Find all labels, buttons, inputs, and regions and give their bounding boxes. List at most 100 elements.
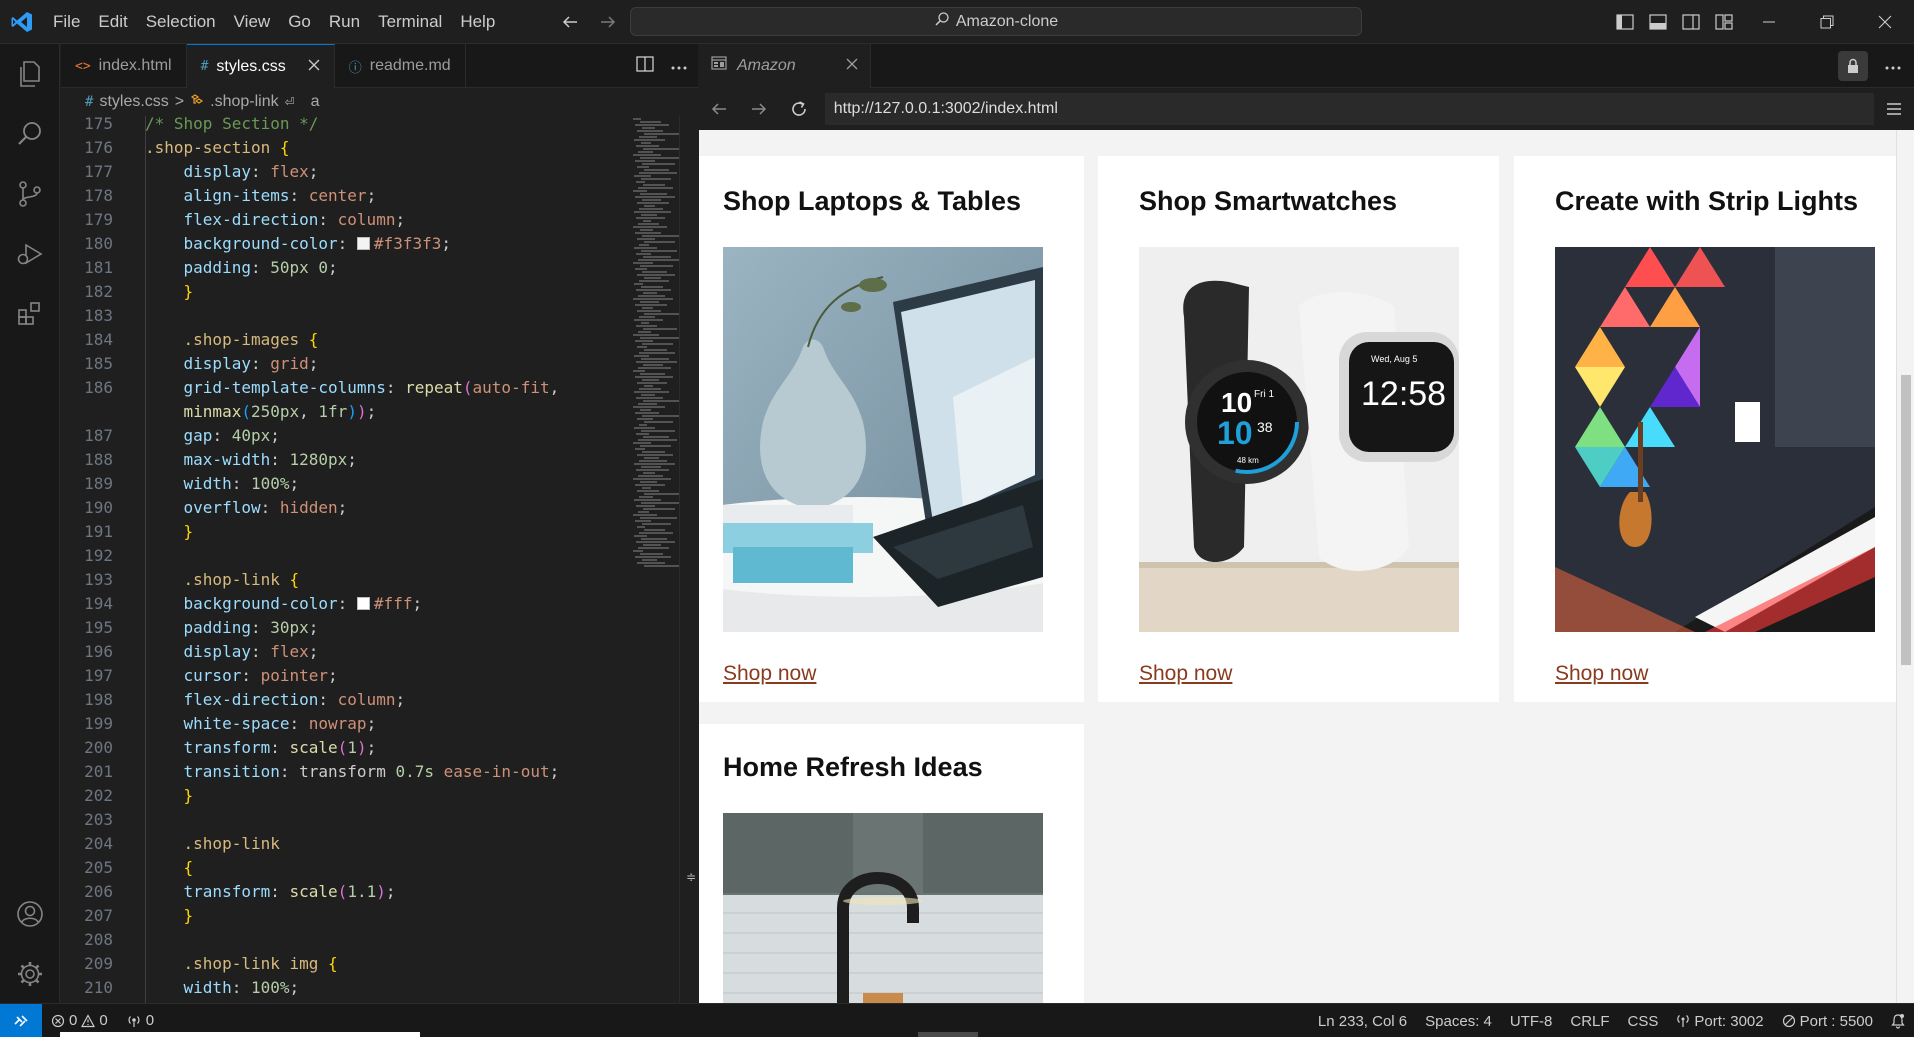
svg-text:38: 38 bbox=[1257, 419, 1273, 435]
menu-go[interactable]: Go bbox=[279, 0, 320, 44]
menu-terminal[interactable]: Terminal bbox=[369, 0, 451, 44]
kitchen-faucet-photo bbox=[723, 813, 1043, 1003]
search-sidebar-icon[interactable] bbox=[0, 104, 60, 164]
forwarded-port[interactable]: Port: 3002 bbox=[1667, 1013, 1772, 1030]
code-token: .shop-section bbox=[145, 138, 271, 157]
tab-amazon-preview[interactable]: Amazon bbox=[699, 43, 871, 88]
color-swatch[interactable] bbox=[356, 597, 370, 610]
remote-indicator-icon[interactable] bbox=[0, 1003, 42, 1037]
line-number: 197 bbox=[84, 666, 113, 685]
minimap-line bbox=[641, 502, 679, 504]
symbol-class-icon bbox=[190, 93, 204, 112]
accounts-icon[interactable] bbox=[0, 884, 60, 944]
toggle-panel-icon[interactable] bbox=[1641, 0, 1674, 44]
shop-now-link[interactable]: Shop now bbox=[723, 662, 816, 686]
indentation[interactable]: Spaces: 4 bbox=[1416, 1013, 1501, 1030]
source-control-icon[interactable] bbox=[0, 164, 60, 224]
minimap-line bbox=[633, 262, 653, 264]
webpage-scrollbar[interactable] bbox=[1896, 130, 1914, 1003]
browser-back-icon[interactable] bbox=[699, 89, 739, 129]
shop-card-strip-lights[interactable]: Create with Strip Lights Shop now bbox=[1514, 156, 1896, 702]
sash-handle-icon[interactable]: ≑ bbox=[686, 870, 698, 886]
close-window-icon[interactable] bbox=[1856, 0, 1914, 44]
reload-icon[interactable] bbox=[779, 89, 819, 129]
menu-view[interactable]: View bbox=[225, 0, 280, 44]
browser-menu-icon[interactable] bbox=[1874, 89, 1914, 129]
code-token: minmax bbox=[145, 402, 242, 421]
close-tab-icon[interactable] bbox=[308, 58, 320, 76]
minimap-line bbox=[634, 139, 665, 141]
restore-icon[interactable] bbox=[1798, 0, 1856, 44]
code-token: ; bbox=[412, 594, 423, 613]
code-text: flex-direction: column; bbox=[145, 208, 406, 232]
lock-icon[interactable] bbox=[1838, 50, 1868, 81]
menu-file[interactable]: File bbox=[44, 0, 89, 44]
code-token: ; bbox=[549, 762, 560, 781]
minimap-line bbox=[637, 454, 673, 456]
shop-now-link[interactable]: Shop now bbox=[1555, 662, 1648, 686]
back-arrow-icon[interactable] bbox=[558, 10, 582, 34]
browser-preview-icon bbox=[711, 56, 727, 75]
explorer-icon[interactable] bbox=[0, 44, 60, 104]
minimap-line bbox=[642, 379, 659, 381]
minimize-icon[interactable] bbox=[1740, 0, 1798, 44]
menu-selection[interactable]: Selection bbox=[137, 0, 225, 44]
editor-scrollbar[interactable] bbox=[679, 116, 680, 1003]
end-of-line[interactable]: CRLF bbox=[1561, 1013, 1618, 1030]
forward-arrow-icon[interactable] bbox=[596, 10, 620, 34]
editor-tab-bar: <> index.html # styles.css ⓘ readme.md bbox=[61, 44, 698, 88]
return-icon: ⏎ bbox=[284, 95, 295, 109]
problems-indicator[interactable]: 0 0 bbox=[42, 1012, 117, 1029]
ports-indicator[interactable]: 0 bbox=[117, 1012, 163, 1029]
minimap-line bbox=[638, 187, 673, 189]
vscode-logo-icon[interactable] bbox=[0, 0, 44, 44]
language-mode[interactable]: CSS bbox=[1619, 1013, 1668, 1030]
breadcrumb-symbol[interactable]: .shop-link bbox=[210, 93, 278, 111]
tab-index-html[interactable]: <> index.html bbox=[61, 44, 187, 88]
minimap-line bbox=[642, 163, 675, 165]
color-swatch[interactable] bbox=[356, 237, 370, 250]
close-browser-tab-icon[interactable] bbox=[846, 57, 858, 75]
cursor-position[interactable]: Ln 233, Col 6 bbox=[1309, 1013, 1416, 1030]
breadcrumb-element[interactable]: a bbox=[311, 93, 320, 111]
line-number: 193 bbox=[84, 570, 113, 589]
code-line: 196 display: flex; bbox=[61, 640, 679, 664]
minimap-line bbox=[635, 484, 665, 486]
code-editor[interactable]: 175/* Shop Section */176 .shop-section {1… bbox=[61, 116, 679, 1003]
command-center-search[interactable]: Amazon-clone bbox=[630, 7, 1362, 36]
live-server-port[interactable]: Port : 5500 bbox=[1773, 1013, 1882, 1030]
url-input[interactable]: http://127.0.0.1:3002/index.html bbox=[824, 93, 1875, 125]
shop-now-link[interactable]: Shop now bbox=[1139, 662, 1232, 686]
menu-edit[interactable]: Edit bbox=[89, 0, 136, 44]
shop-card-home-refresh[interactable]: Home Refresh Ideas bbox=[699, 724, 1084, 1003]
minimap-line bbox=[640, 337, 679, 339]
tab-styles-css[interactable]: # styles.css bbox=[186, 44, 335, 88]
scrollbar-thumb[interactable] bbox=[1901, 375, 1911, 665]
svg-text:12:58: 12:58 bbox=[1361, 375, 1446, 413]
shop-card-laptops[interactable]: Shop Laptops & Tables Shop now bbox=[699, 156, 1084, 702]
line-number: 185 bbox=[84, 354, 113, 373]
split-editor-icon[interactable] bbox=[636, 55, 654, 76]
minimap-line bbox=[643, 400, 679, 402]
manage-gear-icon[interactable] bbox=[0, 944, 60, 1004]
menu-run[interactable]: Run bbox=[320, 0, 369, 44]
encoding[interactable]: UTF-8 bbox=[1501, 1013, 1562, 1030]
minimap[interactable] bbox=[629, 116, 679, 596]
line-number: 183 bbox=[84, 306, 113, 325]
tab-readme-md[interactable]: ⓘ readme.md bbox=[335, 44, 466, 88]
code-line: 187 gap: 40px; bbox=[61, 424, 679, 448]
extensions-icon[interactable] bbox=[0, 284, 60, 344]
minimap-line bbox=[636, 289, 671, 291]
toggle-secondary-sidebar-icon[interactable] bbox=[1674, 0, 1707, 44]
notifications-bell-icon[interactable] bbox=[1882, 1013, 1914, 1029]
more-actions-icon[interactable] bbox=[1884, 56, 1902, 75]
shop-card-smartwatches[interactable]: Shop Smartwatches 10 Fri 1 10 38 48 km W… bbox=[1098, 156, 1499, 702]
browser-forward-icon[interactable] bbox=[739, 89, 779, 129]
run-debug-icon[interactable] bbox=[0, 224, 60, 284]
toggle-primary-sidebar-icon[interactable] bbox=[1608, 0, 1641, 44]
breadcrumb-file[interactable]: styles.css bbox=[99, 93, 168, 111]
customize-layout-icon[interactable] bbox=[1707, 0, 1740, 44]
menu-help[interactable]: Help bbox=[451, 0, 504, 44]
minimap-line bbox=[636, 505, 655, 507]
more-actions-icon[interactable] bbox=[670, 56, 688, 75]
